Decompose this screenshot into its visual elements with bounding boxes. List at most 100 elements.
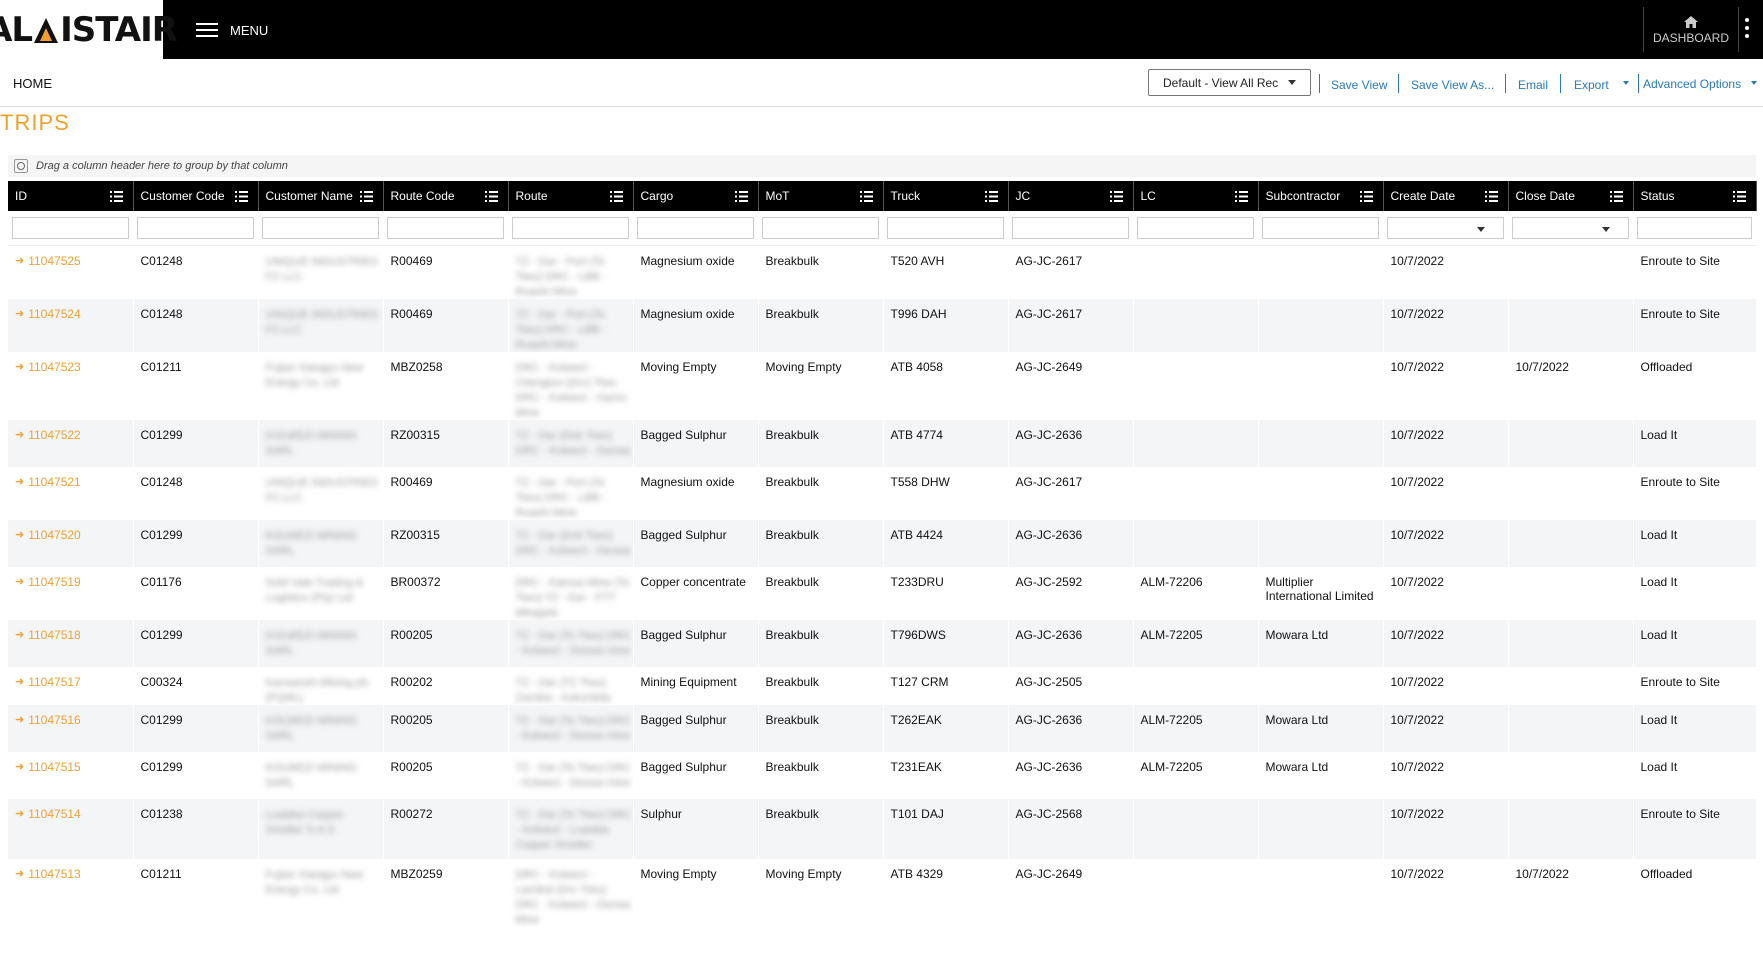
save-view-link[interactable]: Save View [1331,78,1387,92]
email-link[interactable]: Email [1518,78,1548,92]
cell-value: C01299 [140,428,183,442]
column-menu-icon[interactable] [1359,191,1373,202]
cell-subcontractor: Multiplier International Limited [1258,567,1384,620]
table-row[interactable]: ➜ 11047521 C01248 UNIQUE INDUSTRIES FZ LLC R… [8,467,1757,520]
filter-dropdown-close-date[interactable] [1512,217,1629,239]
column-menu-icon[interactable] [1109,191,1123,202]
column-header-route[interactable]: Route [508,181,634,211]
filter-input-cargo[interactable] [637,217,754,239]
cell-customer-code: C01176 [133,567,259,620]
cell-jc: AG-JC-2636 [1008,520,1134,567]
cell-status: Enroute to Site [1633,667,1757,705]
trip-id-link[interactable]: ➜ 11047523 [15,360,132,374]
trip-id-link[interactable]: ➜ 11047516 [15,713,132,727]
cell-value: Breakbulk [765,628,819,642]
cell-route: TZ - Dar - Port (To Tiwu) DRC - LBB - Ru… [508,299,634,352]
table-row[interactable]: ➜ 11047520 C01299 KOLWEZI MINING SARL RZ0031… [8,520,1757,567]
save-view-as-link[interactable]: Save View As... [1411,78,1494,92]
trip-id-link[interactable]: ➜ 11047521 [15,475,132,489]
trip-id-link[interactable]: ➜ 11047522 [15,428,132,442]
column-menu-icon[interactable] [234,191,248,202]
logo-text-left: AL [0,9,33,50]
table-row[interactable]: ➜ 11047524 C01248 UNIQUE INDUSTRIES FZ LLC R… [8,299,1757,352]
cell-truck: T796DWS [883,620,1009,667]
table-row[interactable]: ➜ 11047515 C01299 KOLWEZI MINING SARL R00205… [8,752,1757,799]
trip-id-link[interactable]: ➜ 11047514 [15,807,132,821]
column-menu-icon[interactable] [609,191,623,202]
table-row[interactable]: ➜ 11047525 C01248 UNIQUE INDUSTRIES FZ LLC R… [8,245,1757,299]
column-header-id[interactable]: ID [8,181,134,211]
filter-dropdown-create-date[interactable] [1387,217,1504,239]
filter-input-route[interactable] [512,217,629,239]
column-menu-icon[interactable] [1234,191,1248,202]
filter-input-mot[interactable] [762,217,879,239]
filter-input-route-code[interactable] [387,217,504,239]
filter-input-jc[interactable] [1012,217,1129,239]
cell-truck: ATB 4424 [883,520,1009,567]
column-header-route-code[interactable]: Route Code [383,181,509,211]
filter-input-id[interactable] [12,217,129,239]
export-link[interactable]: Export [1574,78,1609,92]
table-row[interactable]: ➜ 11047517 C00324 Kansanshi Mining plc (FQM… [8,667,1757,705]
column-header-truck[interactable]: Truck [883,181,1009,211]
column-header-subcontractor[interactable]: Subcontractor [1258,181,1384,211]
view-select[interactable]: Default - View All Rec [1148,69,1311,96]
trip-id-link[interactable]: ➜ 11047517 [15,675,132,689]
column-header-status[interactable]: Status [1633,181,1757,211]
cell-value: Magnesium oxide [640,307,735,321]
column-menu-icon[interactable] [1732,191,1746,202]
table-row[interactable]: ➜ 11047522 C01299 KOLWEZI MINING SARL RZ0031… [8,420,1757,467]
table-row[interactable]: ➜ 11047518 C01299 KOLWEZI MINING SARL R00205… [8,620,1757,667]
column-header-customer-code[interactable]: Customer Code [133,181,259,211]
table-row[interactable]: ➜ 11047516 C01299 KOLWEZI MINING SARL R00205… [8,705,1757,752]
filter-input-customer-code[interactable] [137,217,254,239]
cell-value: C01176 [140,575,182,589]
column-header-lc[interactable]: LC [1133,181,1259,211]
filter-input-truck[interactable] [887,217,1004,239]
breadcrumb-home[interactable]: HOME [13,76,52,91]
column-header-jc[interactable]: JC [1008,181,1134,211]
dashboard-button[interactable]: DASHBOARD [1643,7,1739,52]
column-menu-icon[interactable] [859,191,873,202]
table-row[interactable]: ➜ 11047523 C01211 Fujian Xiangyu New Energy… [8,352,1757,420]
advanced-options-link[interactable]: Advanced Options [1643,77,1741,91]
table-row[interactable]: ➜ 11047514 C01238 Lualaba Copper Smelter S.… [8,799,1757,859]
trip-id-link[interactable]: ➜ 11047513 [15,867,132,881]
group-drop-area[interactable]: Drag a column header here to group by th… [8,155,1756,177]
filter-input-lc[interactable] [1137,217,1254,239]
column-menu-icon[interactable] [984,191,998,202]
column-menu-icon[interactable] [484,191,498,202]
column-menu-icon[interactable] [1484,191,1498,202]
column-menu-icon[interactable] [359,191,373,202]
column-menu-icon[interactable] [734,191,748,202]
trip-id-link[interactable]: ➜ 11047515 [15,760,132,774]
logo[interactable]: AL ISTAIR [0,0,178,59]
column-menu-icon[interactable] [109,191,123,202]
filter-input-customer-name[interactable] [262,217,379,239]
column-header-customer-name[interactable]: Customer Name [258,181,384,211]
filter-input-status[interactable] [1637,217,1752,239]
menu-button[interactable]: MENU [196,18,268,42]
trip-id-link[interactable]: ➜ 11047518 [15,628,132,642]
trips-grid: ID Customer Code Customer Name Route Code Ro… [8,181,1757,927]
table-row[interactable]: ➜ 11047513 C01211 Fujian Xiangyu New Energy… [8,859,1757,927]
cell-lc [1133,799,1259,859]
trip-id-link[interactable]: ➜ 11047525 [15,254,132,268]
trip-id-link[interactable]: ➜ 11047519 [15,575,132,589]
kebab-menu-icon[interactable] [1744,18,1750,38]
group-settings-icon[interactable] [14,159,28,173]
column-header-mot[interactable]: MoT [758,181,884,211]
cell-value: Moving Empty [640,867,717,881]
column-menu-icon[interactable] [1609,191,1623,202]
filter-input-subcontractor[interactable] [1262,217,1379,239]
export-caret-icon[interactable] [1623,81,1629,85]
column-header-close-date[interactable]: Close Date [1508,181,1634,211]
menu-label: MENU [230,22,269,38]
column-header-create-date[interactable]: Create Date [1383,181,1509,211]
advanced-options-caret-icon[interactable] [1751,81,1757,85]
table-row[interactable]: ➜ 11047519 C01176 Gold Vale Trading & Logis… [8,567,1757,620]
column-header-cargo[interactable]: Cargo [633,181,759,211]
trip-id-link[interactable]: ➜ 11047520 [15,528,132,542]
cell-value: Fujian Xiangyu New Energy Co. Ltd [265,362,364,389]
trip-id-link[interactable]: ➜ 11047524 [15,307,132,321]
